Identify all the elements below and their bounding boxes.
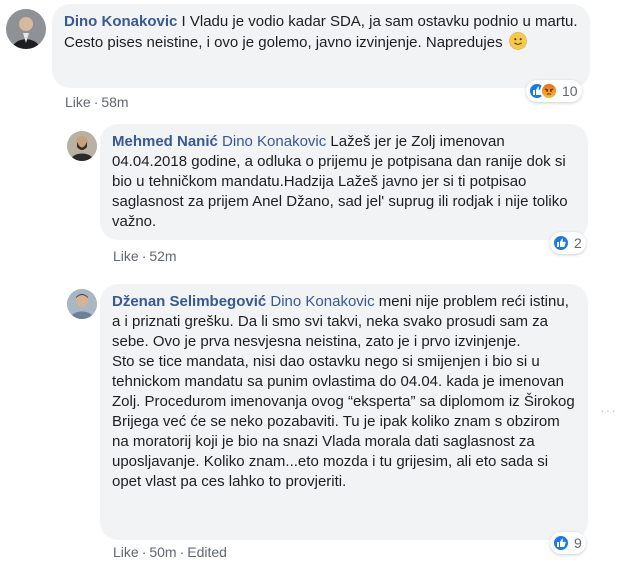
comment-author[interactable]: Mehmed Nanić [112,133,218,150]
edited-label[interactable]: Edited [187,544,227,560]
timestamp[interactable]: 50m [149,544,176,560]
avatar[interactable] [67,289,97,319]
separator: · [93,94,99,110]
avatar[interactable] [67,131,97,161]
comment-author[interactable]: Dino Konakovic [64,13,177,30]
separator: · [141,544,147,560]
like-link[interactable]: Like [65,94,91,110]
timestamp[interactable]: 58m [101,94,128,110]
profile-photo-icon [67,289,97,319]
comment-meta: Like · 50m · Edited [113,544,227,560]
comment-bubble: Dženan Selimbegović Dino Konakovic meni … [100,284,588,540]
profile-photo-icon [6,9,46,49]
profile-photo-icon [67,131,97,161]
mention-link[interactable]: Dino Konakovic [270,293,374,310]
like-reaction-icon [552,234,570,252]
comment-bubble: Mehmed Nanić Dino Konakovic Lažeš jer je… [100,124,588,240]
reaction-summary[interactable]: 9 [550,532,586,554]
comment-meta: Like · 58m [65,94,129,110]
comment-author[interactable]: Dženan Selimbegović [112,293,266,310]
reaction-count: 2 [574,235,582,251]
slightly-smiling-face-icon [508,32,527,50]
like-link[interactable]: Like [113,248,139,264]
angry-reaction-icon [540,82,558,100]
comment-bubble: Dino Konakovic I Vladu je vodio kadar SD… [52,4,590,88]
like-link[interactable]: Like [113,544,139,560]
separator: · [141,248,147,264]
comment-meta: Like · 52m [113,248,177,264]
reaction-summary[interactable]: 2 [550,232,586,254]
mention-link[interactable]: Dino Konakovic [222,133,326,150]
reaction-count: 10 [562,83,578,99]
reaction-summary[interactable]: 10 [526,80,582,102]
comment-thread: Dino Konakovic I Vladu je vodio kadar SD… [0,0,626,567]
more-options-icon[interactable]: ··· [600,402,617,418]
comment-text: meni nije problem reći istinu, a i prizn… [112,293,575,490]
reaction-count: 9 [574,535,582,551]
like-reaction-icon [552,534,570,552]
separator: · [179,544,185,560]
timestamp[interactable]: 52m [149,248,176,264]
avatar[interactable] [6,9,46,49]
